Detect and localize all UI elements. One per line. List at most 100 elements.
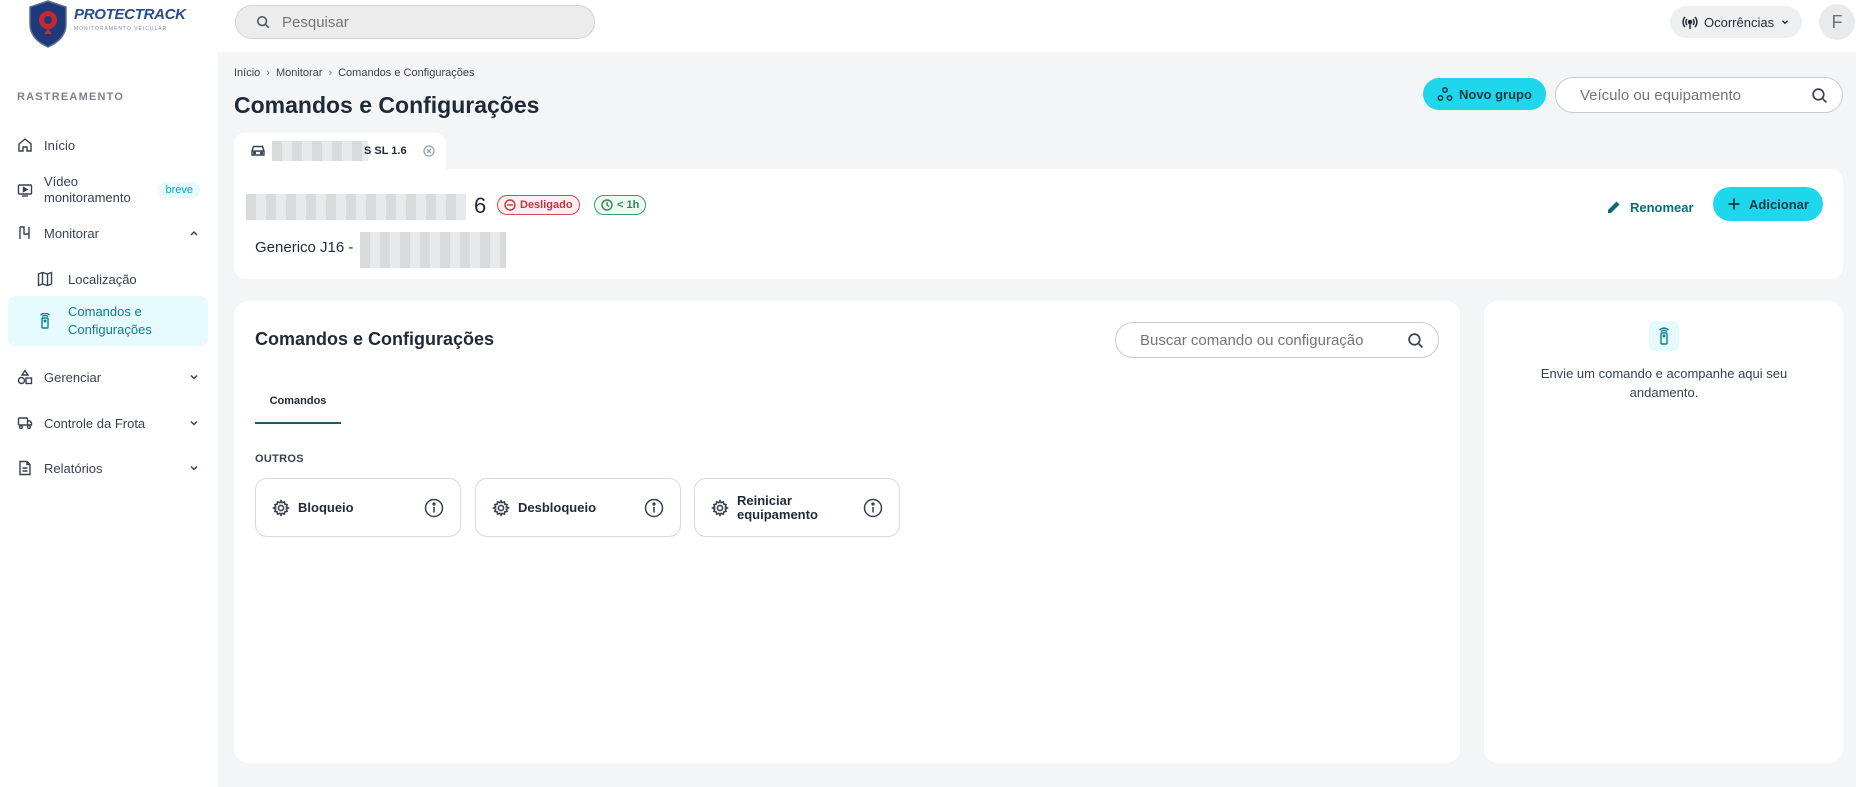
ocorrencias-dropdown[interactable]: Ocorrências [1670,6,1803,38]
chevron-down-icon [1782,20,1789,25]
ocorrencias-label: Ocorrências [1704,14,1775,30]
sidebar-item-gerenciar[interactable]: Gerenciar [8,366,208,388]
tab-comandos[interactable]: Comandos [255,379,341,424]
breadcrumb-item[interactable]: Monitorar [276,67,322,79]
chevron-down-icon [190,374,198,380]
sidebar-item-label: Início [44,137,76,153]
new-group-button[interactable]: Novo grupo [1423,78,1546,110]
search-icon [256,15,270,29]
sidebar-subitem-label: Localização [68,271,137,287]
add-button[interactable]: Adicionar [1713,187,1823,221]
remote-icon [1649,321,1679,351]
sidebar-section-title: RASTREAMENTO [17,91,125,103]
logo[interactable]: PROTECTRACK MONITORAMENTO VEICULAR [26,0,196,50]
status-label: Desligado [520,199,573,211]
command-status-panel: Envie um comando e acompanhe aqui seu an… [1484,301,1843,763]
broadcast-icon [1682,16,1698,29]
info-icon[interactable] [863,498,883,518]
sidebar-subitem-localizacao[interactable]: Localização [8,268,208,290]
vehicle-info-card: 6 Desligado < 1h Generico J16 - Renomear… [234,169,1843,279]
new-group-label: Novo grupo [1459,86,1532,102]
last-update-label: < 1h [617,199,640,211]
page-title: Comandos e Configurações [234,92,540,118]
logo-name: PROTECTRACK [74,6,186,23]
plus-icon [1728,198,1740,210]
command-label: Bloqueio [298,499,354,515]
sidebar-item-inicio[interactable]: Início [8,134,208,156]
sidebar-item-controle-frota[interactable]: Controle da Frota [8,412,208,434]
info-icon[interactable] [644,498,664,518]
chevron-down-icon [190,420,198,426]
blocked-icon [504,199,516,211]
remote-icon [36,312,54,330]
breadcrumb-item: Comandos e Configurações [338,67,475,79]
gear-icon [492,498,510,517]
shapes-icon [16,368,34,386]
clock-icon [601,199,613,211]
info-icon[interactable] [424,498,444,518]
sidebar-item-label: Vídeo monitoramento [44,174,131,205]
group-icon [1437,87,1453,101]
global-search[interactable] [235,5,595,39]
search-icon [1812,88,1828,104]
command-label: Desbloqueio [518,499,597,515]
fleet-icon [16,414,34,432]
vehicle-tab[interactable]: S SL 1.6 [234,133,446,169]
rename-label: Renomear [1630,199,1694,215]
sidebar: PROTECTRACK MONITORAMENTO VEICULAR RASTR… [0,0,218,787]
chevron-right-icon: › [266,67,270,79]
command-label: Reiniciar equipamento [737,492,818,522]
command-reiniciar-button[interactable]: Reiniciar equipamento [694,478,900,537]
sidebar-item-video[interactable]: Vídeo monitoramento breve [8,172,208,208]
sidebar-item-relatorios[interactable]: Relatórios [8,457,208,479]
vehicle-search[interactable] [1555,77,1843,113]
sidebar-item-label: Controle da Frota [44,415,146,431]
gear-icon [272,498,290,517]
last-update-badge: < 1h [594,195,647,215]
report-icon [16,459,34,477]
gear-icon [711,498,729,517]
sidebar-item-label: Monitorar [44,225,99,241]
top-bar: Ocorrências F [218,0,1856,52]
search-input[interactable] [282,13,562,31]
pencil-icon [1608,201,1620,213]
redacted-plate [272,141,368,161]
command-bloqueio-button[interactable]: Bloqueio [255,478,461,537]
sidebar-subitem-label: Comandos e Configurações [68,304,152,337]
redacted-vehicle-name [246,194,466,220]
add-label: Adicionar [1749,196,1809,212]
rename-button[interactable]: Renomear [1606,191,1694,223]
commands-title: Comandos e Configurações [255,329,495,349]
monitor-icon [16,224,34,242]
command-search-input[interactable] [1140,331,1390,349]
soon-badge: breve [158,182,200,198]
command-group-label: OUTROS [255,453,304,465]
breadcrumb-item[interactable]: Início [234,67,260,79]
sidebar-item-monitorar[interactable]: Monitorar [8,222,208,244]
close-icon[interactable] [422,145,435,157]
map-icon [36,270,54,288]
sidebar-item-label: Gerenciar [44,369,102,385]
sidebar-item-label: Relatórios [44,460,103,476]
vehicle-search-input[interactable] [1580,86,1800,104]
avatar[interactable]: F [1819,4,1855,40]
home-icon [16,136,34,154]
vehicle-name-suffix: 6 [474,193,487,218]
commands-card: Comandos e Configurações Comandos OUTROS… [234,301,1460,763]
car-icon [251,145,265,156]
empty-state-message: Envie um comando e acompanhe aqui seu an… [1540,366,1788,400]
video-icon [16,181,34,199]
breadcrumb: Início › Monitorar › Comandos e Configur… [234,67,474,79]
chevron-right-icon: › [328,67,333,79]
logo-shield-icon [29,0,67,48]
redacted-device-id [360,232,506,268]
command-desbloqueio-button[interactable]: Desbloqueio [475,478,681,537]
chevron-up-icon [190,230,198,236]
sidebar-subitem-comandos[interactable]: Comandos e Configurações [8,296,208,346]
vehicle-model: Generico J16 - [255,239,354,256]
search-icon [1408,333,1424,349]
command-search[interactable] [1115,322,1439,358]
vehicle-tab-label: S SL 1.6 [364,145,407,157]
logo-tagline: MONITORAMENTO VEICULAR [74,26,168,32]
status-badge: Desligado [497,195,580,215]
